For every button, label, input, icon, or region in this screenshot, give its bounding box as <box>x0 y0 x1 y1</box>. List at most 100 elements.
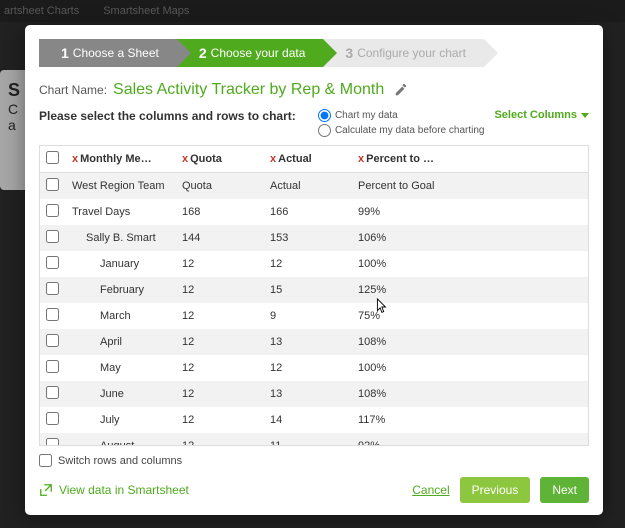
cell: 12 <box>176 433 264 445</box>
table-row[interactable]: West Region TeamQuotaActualPercent to Go… <box>40 173 588 200</box>
cell: 166 <box>264 199 352 225</box>
select-columns-dropdown[interactable]: Select Columns <box>494 109 589 121</box>
cell: 12 <box>176 355 264 381</box>
header-row: xMonthly Me… xQuota xActual xPercent to … <box>40 146 588 173</box>
data-grid: xMonthly Me… xQuota xActual xPercent to … <box>39 145 589 446</box>
table-row[interactable]: January1212100% <box>40 251 588 277</box>
cancel-link[interactable]: Cancel <box>412 483 449 497</box>
remove-col-3-icon[interactable]: x <box>270 153 276 165</box>
cell: 13 <box>264 329 352 355</box>
instruction-text: Please select the columns and rows to ch… <box>39 109 296 123</box>
cell: 125% <box>352 277 588 303</box>
col-header-3[interactable]: xActual <box>264 146 352 173</box>
cell: April <box>66 329 176 355</box>
cell: March <box>66 303 176 329</box>
cell: February <box>66 277 176 303</box>
grid-scroll[interactable]: xMonthly Me… xQuota xActual xPercent to … <box>40 146 588 445</box>
row-checkbox[interactable] <box>46 308 59 321</box>
cell: 168 <box>176 199 264 225</box>
cell: 100% <box>352 251 588 277</box>
remove-col-2-icon[interactable]: x <box>182 153 188 165</box>
table-row[interactable]: Travel Days16816699% <box>40 199 588 225</box>
cell: 12 <box>176 303 264 329</box>
row-checkbox[interactable] <box>46 412 59 425</box>
table-row[interactable]: March12975% <box>40 303 588 329</box>
cell: 14 <box>264 407 352 433</box>
row-checkbox[interactable] <box>46 386 59 399</box>
cell: January <box>66 251 176 277</box>
caret-down-icon <box>581 113 589 118</box>
row-checkbox[interactable] <box>46 334 59 347</box>
switch-rows-cols-checkbox[interactable] <box>39 454 52 467</box>
chart-name-row: Chart Name: Sales Activity Tracker by Re… <box>39 81 589 99</box>
table-row[interactable]: June1213108% <box>40 381 588 407</box>
view-in-smartsheet-link[interactable]: View data in Smartsheet <box>39 483 189 497</box>
row-checkbox[interactable] <box>46 438 59 445</box>
cell: Travel Days <box>66 199 176 225</box>
cell: 108% <box>352 381 588 407</box>
chart-name-label: Chart Name: <box>39 83 107 97</box>
remove-col-4-icon[interactable]: x <box>358 153 364 165</box>
cell: 92% <box>352 433 588 445</box>
row-checkbox[interactable] <box>46 204 59 217</box>
select-all-checkbox[interactable] <box>46 151 59 164</box>
cell: 15 <box>264 277 352 303</box>
row-checkbox[interactable] <box>46 178 59 191</box>
previous-button[interactable]: Previous <box>460 477 531 503</box>
cell: 11 <box>264 433 352 445</box>
cell: 13 <box>264 381 352 407</box>
radio-calculate-data[interactable]: Calculate my data before charting <box>318 124 485 137</box>
wizard-steps: 1 Choose a Sheet 2 Choose your data 3 Co… <box>39 39 589 67</box>
cell: 12 <box>176 251 264 277</box>
row-checkbox[interactable] <box>46 230 59 243</box>
cell: August <box>66 433 176 445</box>
step-1[interactable]: 1 Choose a Sheet <box>39 39 177 67</box>
row-checkbox[interactable] <box>46 282 59 295</box>
cell: 12 <box>176 277 264 303</box>
table-row[interactable]: May1212100% <box>40 355 588 381</box>
edit-name-icon[interactable] <box>394 83 408 97</box>
step-3[interactable]: 3 Configure your chart <box>323 39 484 67</box>
cell: June <box>66 381 176 407</box>
cell: 12 <box>264 355 352 381</box>
cell: Sally B. Smart <box>66 225 176 251</box>
cell: 108% <box>352 329 588 355</box>
cell: 100% <box>352 355 588 381</box>
row-checkbox[interactable] <box>46 360 59 373</box>
cell: 12 <box>176 381 264 407</box>
switch-rows-cols-label: Switch rows and columns <box>58 455 182 467</box>
table-row[interactable]: August121192% <box>40 433 588 445</box>
cell: West Region Team <box>66 173 176 200</box>
cell: Actual <box>264 173 352 200</box>
cell: 99% <box>352 199 588 225</box>
cell: 106% <box>352 225 588 251</box>
cell: 144 <box>176 225 264 251</box>
table-row[interactable]: February1215125% <box>40 277 588 303</box>
cell: May <box>66 355 176 381</box>
cell: Quota <box>176 173 264 200</box>
radio-calculate-data-input[interactable] <box>318 124 331 137</box>
cell: 9 <box>264 303 352 329</box>
col-header-4[interactable]: xPercent to … <box>352 146 588 173</box>
step-2[interactable]: 2 Choose your data <box>177 39 324 67</box>
cell: July <box>66 407 176 433</box>
chart-mode-radios: Chart my data Calculate my data before c… <box>318 109 485 139</box>
wizard-modal: 1 Choose a Sheet 2 Choose your data 3 Co… <box>25 25 603 515</box>
cell: 12 <box>176 407 264 433</box>
radio-chart-my-data[interactable]: Chart my data <box>318 109 485 122</box>
table-row[interactable]: Sally B. Smart144153106% <box>40 225 588 251</box>
col-header-1[interactable]: xMonthly Me… <box>66 146 176 173</box>
cell: 12 <box>176 329 264 355</box>
row-checkbox[interactable] <box>46 256 59 269</box>
cell: 12 <box>264 251 352 277</box>
col-header-2[interactable]: xQuota <box>176 146 264 173</box>
cell: 75% <box>352 303 588 329</box>
remove-col-1-icon[interactable]: x <box>72 153 78 165</box>
next-button[interactable]: Next <box>540 477 589 503</box>
table-row[interactable]: April1213108% <box>40 329 588 355</box>
table-row[interactable]: July1214117% <box>40 407 588 433</box>
radio-chart-my-data-input[interactable] <box>318 109 331 122</box>
cell: 117% <box>352 407 588 433</box>
cell: Percent to Goal <box>352 173 588 200</box>
chart-name-value: Sales Activity Tracker by Rep & Month <box>113 81 384 99</box>
